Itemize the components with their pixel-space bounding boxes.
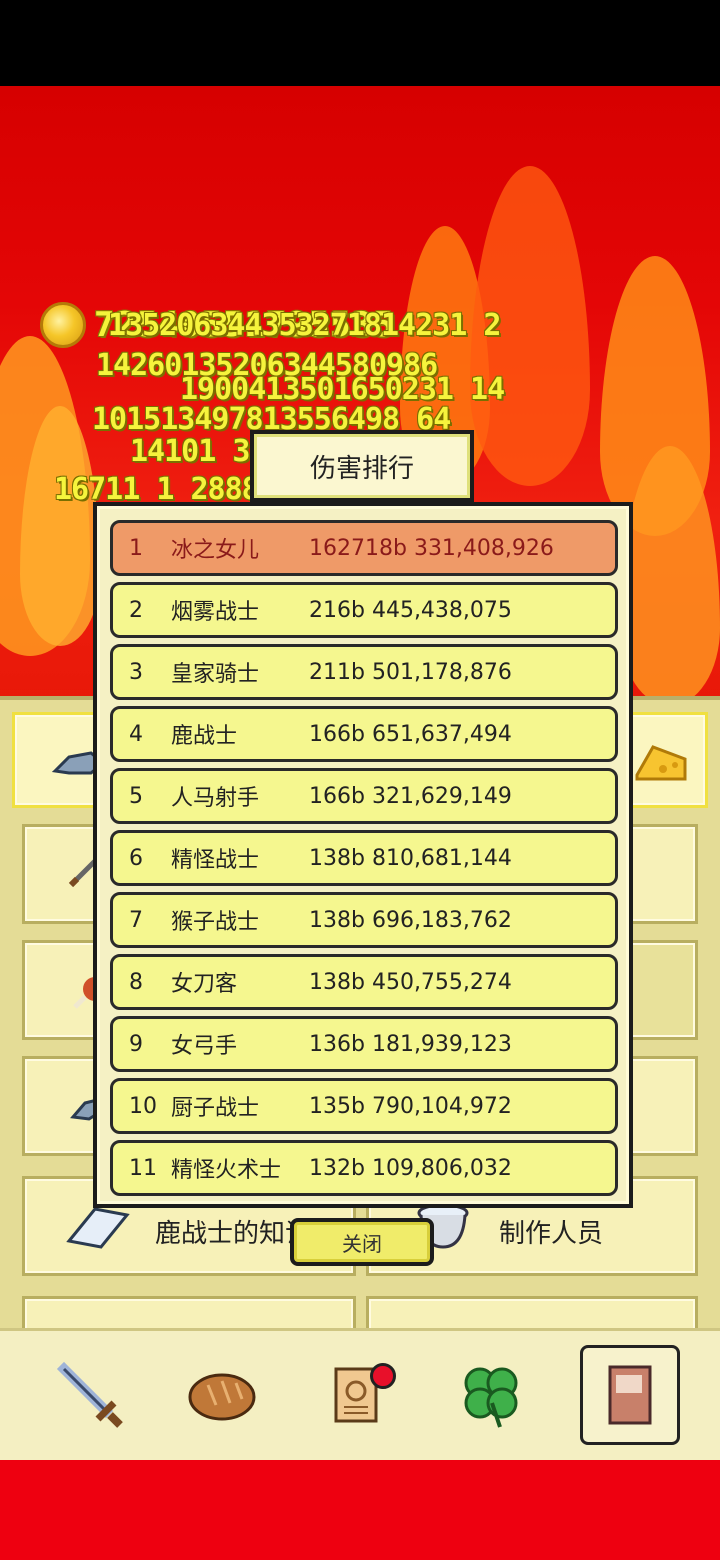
ranking-row: 5 人马射手 166b 321,629,149 xyxy=(110,768,618,824)
damage-value: 136b 181,939,123 xyxy=(309,1031,512,1057)
credits-label: 制作人员 xyxy=(499,1219,604,1249)
ranking-row: 9 女弓手 136b 181,939,123 xyxy=(110,1016,618,1072)
tab-battle[interactable] xyxy=(40,1345,140,1445)
tab-quests[interactable] xyxy=(306,1345,406,1445)
notification-badge-icon xyxy=(370,1363,396,1389)
hero-name: 女刀客 xyxy=(171,972,238,997)
hero-name: 烟雾战士 xyxy=(171,600,260,625)
book-icon xyxy=(608,1365,652,1425)
rank-number: 8 xyxy=(129,969,143,995)
hero-name: 猴子战士 xyxy=(171,910,260,935)
open-book-icon xyxy=(66,1207,130,1249)
damage-value: 166b 321,629,149 xyxy=(309,783,512,809)
ranking-row: 10 厨子战士 135b 790,104,972 xyxy=(110,1078,618,1134)
cheese-icon xyxy=(635,745,687,781)
dialog-title: 伤害排行 xyxy=(250,430,474,502)
hero-name: 精怪战士 xyxy=(171,848,260,873)
tab-book[interactable] xyxy=(580,1345,680,1445)
damage-value: 216b 445,438,075 xyxy=(309,597,512,623)
hero-name: 人马射手 xyxy=(171,786,260,811)
damage-value: 166b 651,637,494 xyxy=(309,721,512,747)
damage-value: 138b 450,755,274 xyxy=(309,969,512,995)
rank-number: 7 xyxy=(129,907,143,933)
damage-number: 135206344353271814231 2 xyxy=(108,308,501,343)
hero-name: 皇家骑士 xyxy=(171,662,260,687)
rank-number: 3 xyxy=(129,659,143,685)
knowledge-label: 鹿战士的知识 xyxy=(155,1219,312,1249)
tab-food[interactable] xyxy=(172,1345,272,1445)
rank-number: 1 xyxy=(129,535,143,561)
damage-value: 132b 109,806,032 xyxy=(309,1155,512,1181)
hero-name: 精怪火术士 xyxy=(171,1158,282,1183)
gold-coin-icon xyxy=(40,302,86,348)
hero-name: 鹿战士 xyxy=(171,724,238,749)
damage-value: 211b 501,178,876 xyxy=(309,659,512,685)
ranking-row: 7 猴子战士 138b 696,183,762 xyxy=(110,892,618,948)
bottom-tab-bar xyxy=(0,1328,720,1460)
rank-number: 4 xyxy=(129,721,143,747)
ranking-row: 1 冰之女儿 162718b 331,408,926 xyxy=(110,520,618,576)
rank-number: 11 xyxy=(129,1155,157,1181)
ranking-row: 2 烟雾战士 216b 445,438,075 xyxy=(110,582,618,638)
tab-luck[interactable] xyxy=(442,1345,542,1445)
sword-icon xyxy=(56,1361,123,1428)
hero-name: 厨子战士 xyxy=(171,1096,260,1121)
hero-name: 女弓手 xyxy=(171,1034,238,1059)
ranking-row: 8 女刀客 138b 450,755,274 xyxy=(110,954,618,1010)
rank-number: 9 xyxy=(129,1031,143,1057)
ranking-row: 6 精怪战士 138b 810,681,144 xyxy=(110,830,618,886)
rank-number: 6 xyxy=(129,845,143,871)
damage-value: 138b 810,681,144 xyxy=(309,845,512,871)
hero-name: 冰之女儿 xyxy=(171,538,260,563)
rank-number: 10 xyxy=(129,1093,157,1119)
ranking-row: 3 皇家骑士 211b 501,178,876 xyxy=(110,644,618,700)
close-button[interactable]: 关闭 xyxy=(290,1218,434,1266)
damage-value: 135b 790,104,972 xyxy=(309,1093,512,1119)
damage-ranking-dialog: 1 冰之女儿 162718b 331,408,926 2 烟雾战士 216b 4… xyxy=(93,502,633,1208)
rank-number: 5 xyxy=(129,783,143,809)
damage-value: 138b 696,183,762 xyxy=(309,907,512,933)
bottom-red-band xyxy=(0,1460,720,1560)
ranking-row: 4 鹿战士 166b 651,637,494 xyxy=(110,706,618,762)
rank-number: 2 xyxy=(129,597,143,623)
clover-icon xyxy=(464,1367,518,1428)
ranking-row: 11 精怪火术士 132b 109,806,032 xyxy=(110,1140,618,1196)
bread-icon xyxy=(188,1373,256,1421)
status-bar xyxy=(0,0,720,86)
damage-value: 162718b 331,408,926 xyxy=(309,535,554,561)
